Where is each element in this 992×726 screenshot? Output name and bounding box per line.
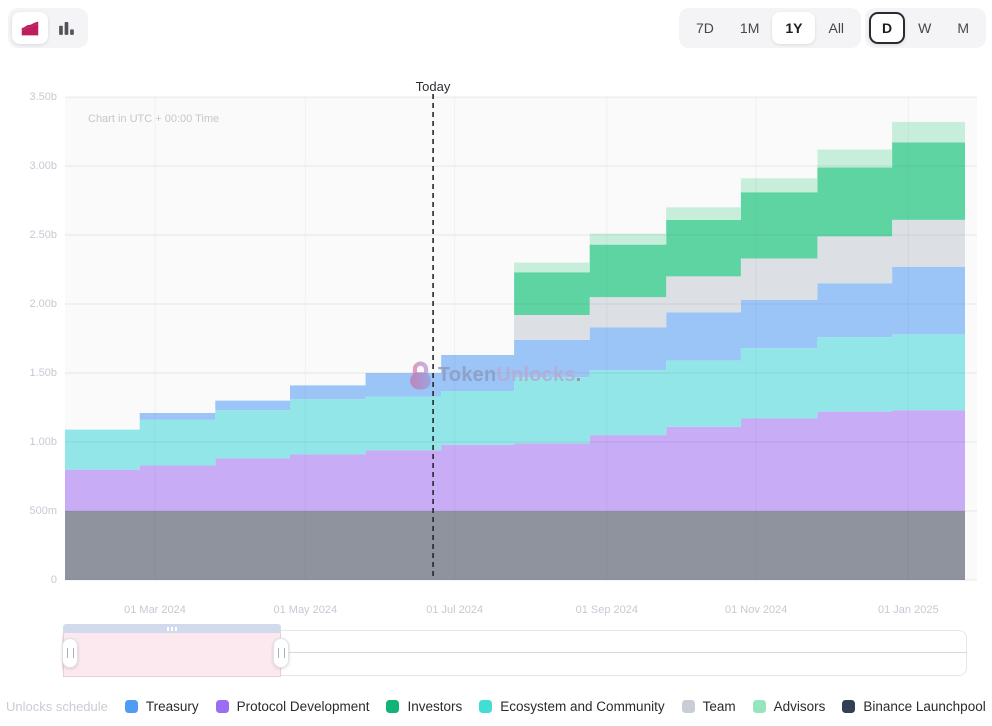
handle-grip-icon [67, 648, 74, 658]
legend-item-treasury[interactable]: Treasury [125, 699, 199, 714]
legend-label: Team [703, 699, 736, 714]
area-chart-icon [19, 17, 41, 39]
chart-type-bar-button[interactable] [48, 12, 84, 44]
selection-handle-right[interactable] [273, 638, 289, 668]
granularity-m-button[interactable]: M [944, 12, 982, 44]
legend-swatch [216, 700, 229, 713]
legend-swatch [753, 700, 766, 713]
token-unlocks-dashboard: 0500m1.00b1.50b2.00b2.50b3.00b3.50b01 Ma… [0, 0, 992, 726]
legend-label: Advisors [774, 699, 826, 714]
legend-swatch [479, 700, 492, 713]
chart-type-area-button[interactable] [12, 12, 48, 44]
legend-item-team[interactable]: Team [682, 699, 736, 714]
legend-item-binance-launchpool[interactable]: Binance Launchpool [842, 699, 985, 714]
range-1m-button[interactable]: 1M [727, 12, 772, 44]
range-7d-button[interactable]: 7D [683, 12, 727, 44]
area-series-binance-launchpool [65, 511, 965, 580]
legend-swatch [842, 700, 855, 713]
legend-label: Treasury [146, 699, 199, 714]
legend-item-ecosystem-and-community[interactable]: Ecosystem and Community [479, 699, 664, 714]
grip-dot [171, 627, 173, 631]
legend: Unlocks schedule Treasury Protocol Develo… [6, 699, 986, 714]
legend-label: Ecosystem and Community [500, 699, 664, 714]
legend-label: Binance Launchpool [863, 699, 985, 714]
legend-items: Treasury Protocol Development Investors Eco… [125, 699, 986, 714]
granularity-w-button[interactable]: W [905, 12, 944, 44]
grip-dot [167, 627, 169, 631]
legend-item-advisors[interactable]: Advisors [753, 699, 826, 714]
legend-item-protocol-development[interactable]: Protocol Development [216, 699, 370, 714]
timeline-selection[interactable] [63, 633, 281, 677]
legend-swatch [682, 700, 695, 713]
legend-label: Investors [407, 699, 462, 714]
legend-title: Unlocks schedule [6, 699, 108, 714]
selection-handle-left[interactable] [62, 638, 78, 668]
time-range-group: 7D1M1YAll [679, 8, 861, 48]
legend-swatch [386, 700, 399, 713]
granularity-group: DWM [865, 8, 986, 48]
range-1y-button[interactable]: 1Y [772, 12, 815, 44]
bar-chart-icon [55, 17, 77, 39]
legend-label: Protocol Development [237, 699, 370, 714]
grip-dot [175, 627, 177, 631]
unlocks-chart[interactable] [0, 0, 992, 620]
toolbar: 7D1M1YAll DWM [0, 0, 992, 56]
legend-item-investors[interactable]: Investors [386, 699, 462, 714]
granularity-d-button[interactable]: D [869, 12, 905, 44]
legend-swatch [125, 700, 138, 713]
range-all-button[interactable]: All [815, 12, 857, 44]
chart-type-toggle [8, 8, 88, 48]
handle-grip-icon [278, 648, 285, 658]
selection-drag-bar[interactable] [63, 624, 281, 633]
